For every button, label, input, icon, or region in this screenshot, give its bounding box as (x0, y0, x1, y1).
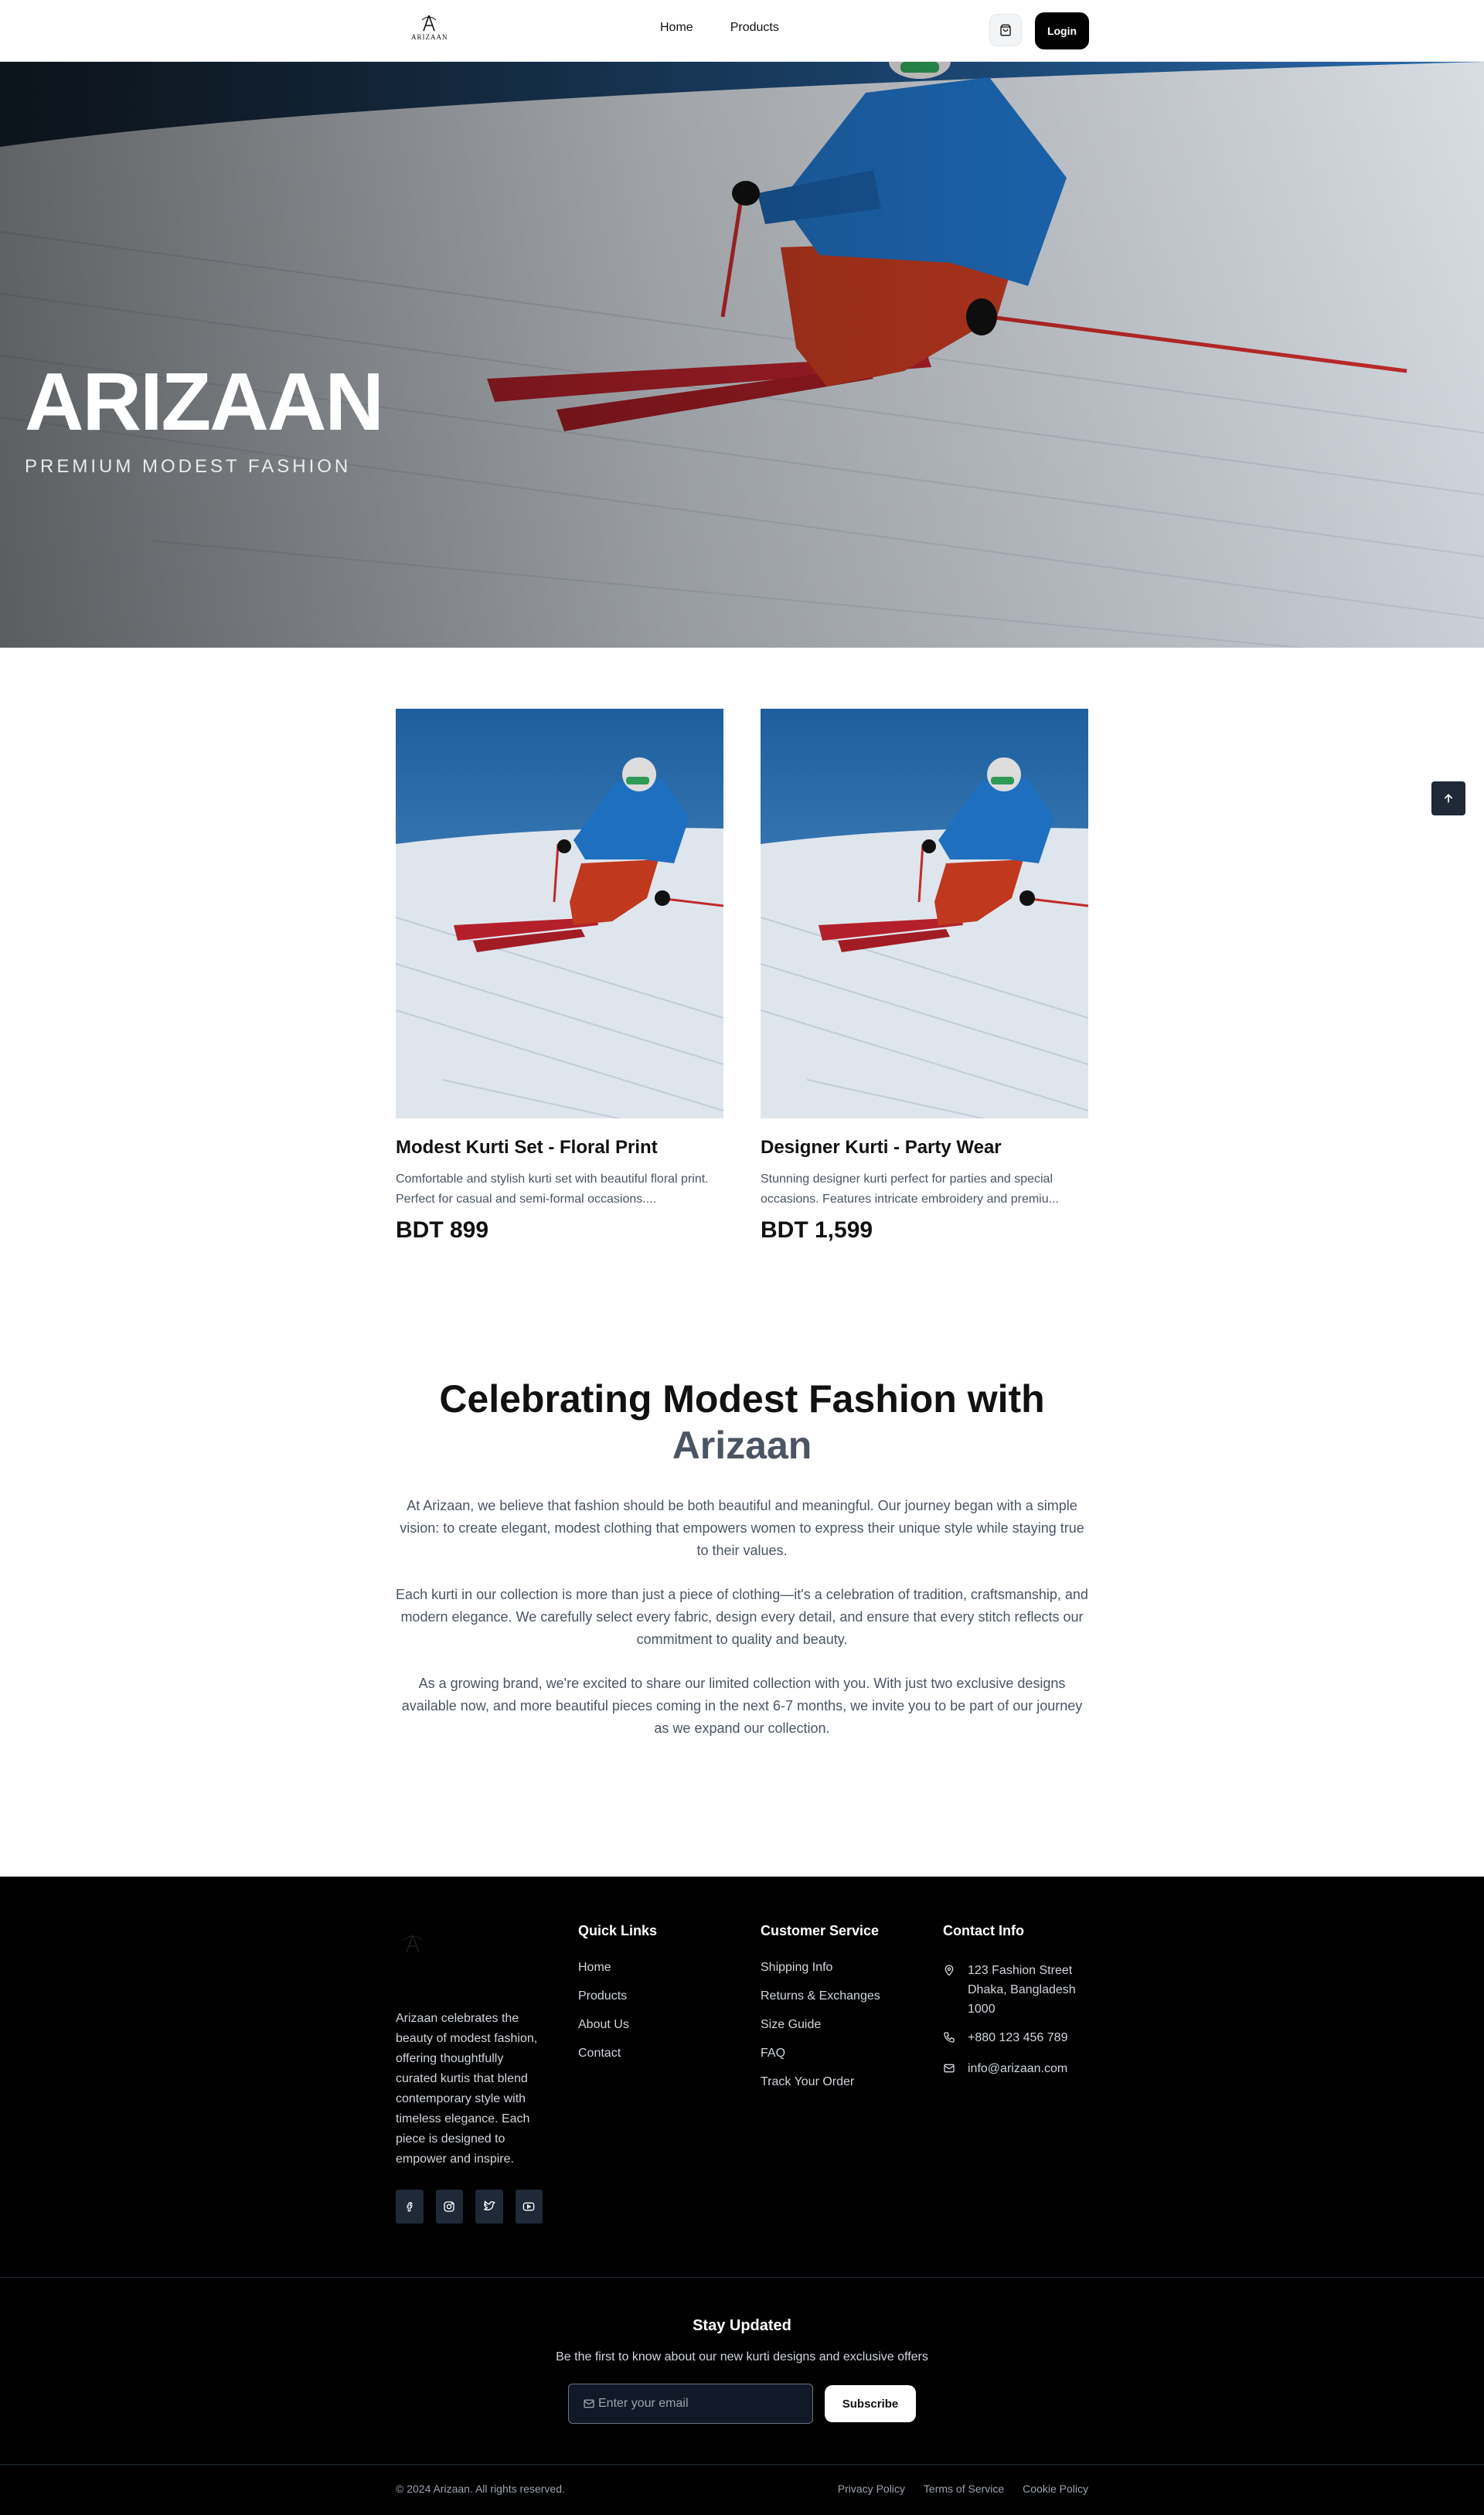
footer-link-size-guide[interactable]: Size Guide (761, 2018, 880, 2032)
instagram-link[interactable] (435, 2190, 463, 2224)
footer-link-track-order[interactable]: Track Your Order (761, 2075, 880, 2089)
nav-products-link[interactable]: Products (730, 21, 779, 35)
shopping-bag-icon (1000, 24, 1011, 36)
hero-skier-image (0, 62, 1484, 648)
newsletter-email-field[interactable] (568, 2384, 813, 2424)
about-heading-main: Celebrating Modest Fashion with (439, 1377, 1045, 1421)
hero-title: ARIZAAN (25, 356, 384, 448)
footer-brand: Arizaan celebrates the beauty of modest … (396, 1931, 543, 2224)
newsletter-email-input[interactable] (598, 2397, 799, 2411)
site-footer: Arizaan celebrates the beauty of modest … (0, 1877, 1484, 2515)
product-price: BDT 1,599 (761, 1217, 873, 1243)
product-name[interactable]: Designer Kurti - Party Wear (761, 1137, 1088, 1159)
cookie-policy-link[interactable]: Cookie Policy (1023, 2483, 1088, 2495)
facebook-link[interactable] (396, 2190, 424, 2224)
top-navbar: ARIZAAN Home Products Login (0, 0, 1484, 62)
footer-contact-title: Contact Info (943, 1923, 1024, 1938)
footer-brand-text: Arizaan celebrates the beauty of modest … (396, 2012, 538, 2166)
about-paragraph: Each kurti in our collection is more tha… (396, 1587, 1088, 1647)
footer-link-home[interactable]: Home (578, 1961, 657, 1975)
privacy-policy-link[interactable]: Privacy Policy (838, 2483, 905, 2495)
product-skier-image (761, 709, 1088, 1118)
product-description: Stunning designer kurti perfect for part… (761, 1172, 1059, 1206)
product-name[interactable]: Modest Kurti Set - Floral Print (396, 1137, 723, 1159)
footer-link-contact[interactable]: Contact (578, 2047, 657, 2061)
logo-text: ARIZAAN (411, 33, 448, 41)
youtube-icon (522, 2202, 535, 2211)
twitter-icon (483, 2200, 495, 2210)
about-heading: Celebrating Modest Fashion with Arizaan (394, 1376, 1090, 1469)
scroll-to-top-button[interactable] (1431, 781, 1465, 815)
footer-divider (0, 2277, 1484, 2278)
cart-button[interactable] (989, 14, 1022, 46)
youtube-link[interactable] (515, 2190, 543, 2224)
legal-links: Privacy Policy Terms of Service Cookie P… (838, 2483, 1088, 2495)
product-description: Comfortable and stylish kurti set with b… (396, 1172, 709, 1206)
contact-address: 123 Fashion Street Dhaka, Bangladesh 100… (943, 1961, 1090, 2019)
contact-address-text: 123 Fashion Street Dhaka, Bangladesh 100… (968, 1964, 1076, 2016)
footer-link-faq[interactable]: FAQ (761, 2047, 880, 2061)
phone-icon (944, 2032, 955, 2043)
product-price: BDT 899 (396, 1217, 489, 1243)
subscribe-button[interactable]: Subscribe (825, 2385, 916, 2422)
contact-email: info@arizaan.com (943, 2059, 1090, 2081)
product-image[interactable] (396, 709, 723, 1118)
hero-banner: ARIZAAN PREMIUM MODEST FASHION (0, 62, 1484, 648)
newsletter-title: Stay Updated (693, 2317, 791, 2334)
footer-contact-info: Contact Info 123 Fashion Street Dhaka, B… (943, 1923, 1090, 2090)
footer-logo-icon (403, 1935, 423, 1953)
about-section: Celebrating Modest Fashion with Arizaan … (394, 1376, 1090, 1740)
copyright-text: © 2024 Arizaan. All rights reserved. (396, 2483, 565, 2495)
footer-link-products[interactable]: Products (578, 1989, 657, 2003)
brand-logo[interactable]: ARIZAAN (411, 14, 448, 46)
contact-phone: +880 123 456 789 (943, 2028, 1090, 2050)
product-card[interactable]: Designer Kurti - Party Wear Stunning des… (761, 709, 1088, 1244)
footer-link-shipping[interactable]: Shipping Info (761, 1961, 880, 1975)
product-image[interactable] (761, 709, 1088, 1118)
mail-icon (584, 2399, 594, 2408)
footer-bottom-divider (0, 2464, 1484, 2465)
footer-customer-service-title: Customer Service (761, 1923, 880, 1938)
about-paragraph: As a growing brand, we're excited to sha… (401, 1676, 1083, 1736)
logo-crown-icon (421, 15, 437, 32)
login-button[interactable]: Login (1035, 12, 1089, 49)
newsletter-section: Stay Updated Be the first to know about … (0, 2317, 1484, 2364)
product-card[interactable]: Modest Kurti Set - Floral Print Comforta… (396, 709, 723, 1244)
footer-quick-links: Quick Links Home Products About Us Conta… (578, 1923, 657, 2075)
footer-link-returns[interactable]: Returns & Exchanges (761, 1989, 880, 2003)
social-links (396, 2190, 543, 2224)
contact-email-text[interactable]: info@arizaan.com (968, 2059, 1067, 2081)
facebook-icon (407, 2202, 413, 2212)
map-pin-icon (945, 1965, 954, 1976)
hero-subtitle: PREMIUM MODEST FASHION (25, 456, 352, 477)
footer-customer-service: Customer Service Shipping Info Returns &… (761, 1923, 880, 2104)
twitter-link[interactable] (475, 2190, 503, 2224)
instagram-icon (444, 2201, 454, 2212)
mail-icon (944, 2064, 955, 2073)
main-nav: Home Products (660, 21, 779, 35)
contact-phone-text[interactable]: +880 123 456 789 (968, 2028, 1067, 2050)
terms-of-service-link[interactable]: Terms of Service (924, 2483, 1004, 2495)
newsletter-text: Be the first to know about our new kurti… (556, 2350, 928, 2364)
footer-link-about[interactable]: About Us (578, 2018, 657, 2032)
nav-home-link[interactable]: Home (660, 21, 693, 35)
footer-quick-links-title: Quick Links (578, 1923, 658, 1938)
about-paragraph: At Arizaan, we believe that fashion shou… (400, 1498, 1084, 1558)
arrow-up-icon (1444, 794, 1453, 803)
about-heading-accent: Arizaan (672, 1424, 812, 1467)
product-skier-image (396, 709, 723, 1118)
